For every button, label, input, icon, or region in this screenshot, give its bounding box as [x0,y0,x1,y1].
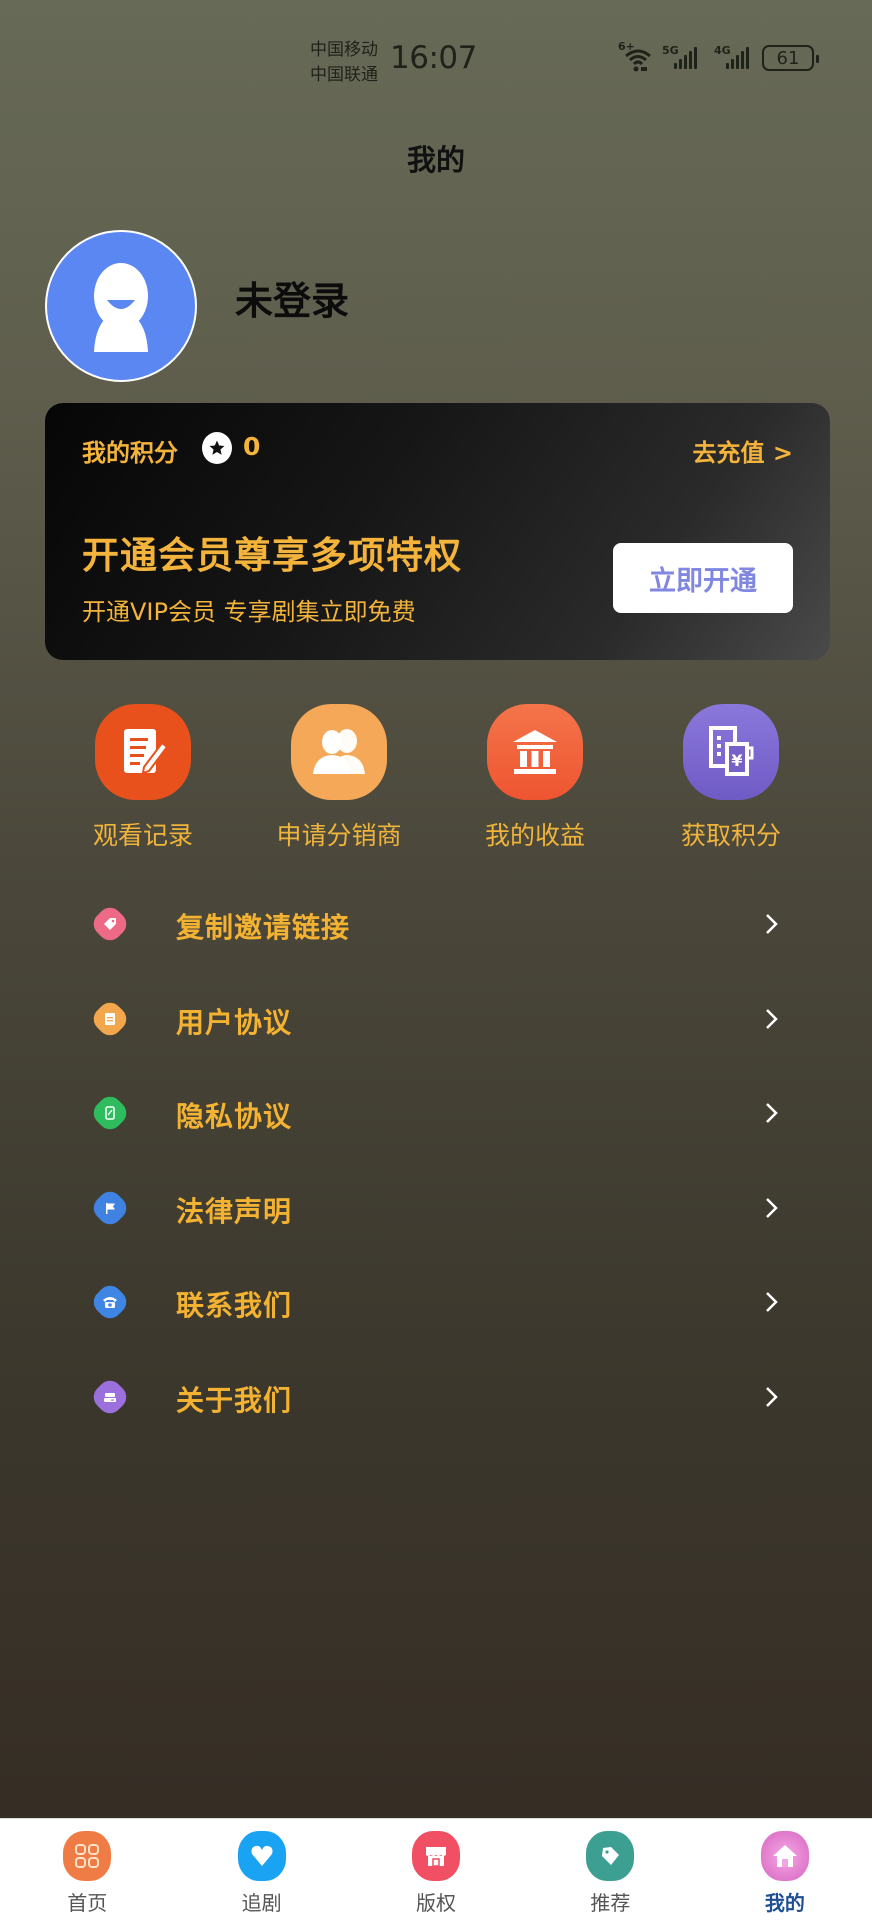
users-icon [291,704,387,800]
signal-4g-icon: 4G [714,44,750,69]
document-icon [88,997,132,1041]
bottom-nav: 首页 追剧 版权 推荐 我的 [0,1818,872,1920]
telephone-icon [88,1280,132,1324]
wifi-icon: 6+ [618,40,656,72]
menu-item-legal-statement[interactable]: 法律声明 [0,1168,872,1248]
menu-item-label: 关于我们 [176,1384,293,1417]
carrier-2: 中国联通 [310,65,378,85]
menu-item-contact-us[interactable]: 联系我们 [0,1262,872,1342]
quick-action-my-earnings[interactable]: 我的收益 [445,704,625,852]
quick-action-apply-distributor[interactable]: 申请分销商 [249,704,429,852]
chevron-right-icon [764,1101,780,1129]
edit-document-icon [95,704,191,800]
store-icon [412,1831,461,1881]
status-icons: 6+ 5G 4G 61 [618,40,819,72]
carrier-names: 中国移动 中国联通 [310,38,378,88]
user-avatar-icon [94,263,148,352]
chevron-right-icon [764,1196,780,1224]
chevron-right-icon [764,1290,780,1318]
svg-text:¥: ¥ [731,751,742,770]
status-time: 16:07 [390,40,477,76]
quick-action-label: 申请分销商 [276,821,402,850]
signal-5g-label: 5G [662,44,679,57]
menu-item-label: 复制邀请链接 [176,911,351,944]
nav-label: 首页 [67,1891,108,1915]
signal-5g-icon: 5G [662,44,698,69]
flag-icon [88,1186,132,1230]
menu-item-privacy-agreement[interactable]: 隐私协议 [0,1073,872,1153]
home-icon [760,1831,809,1881]
menu-item-user-agreement[interactable]: 用户协议 [0,979,872,1059]
tag-icon [586,1831,635,1881]
nav-tab-home[interactable]: 首页 [0,1819,174,1920]
battery-level: 61 [776,47,800,69]
avatar[interactable] [45,230,197,382]
quick-action-get-points[interactable]: ¥ 获取积分 [641,704,821,852]
menu-item-label: 联系我们 [176,1289,293,1322]
nav-tab-follow[interactable]: 追剧 [174,1819,348,1920]
battery-icon: 61 [762,45,819,71]
page-title: 我的 [406,143,465,177]
bank-icon [487,704,583,800]
receipt-yen-icon: ¥ [683,704,779,800]
tag-icon [88,902,132,946]
menu-item-about-us[interactable]: 关于我们 [0,1357,872,1437]
vip-title: 开通会员尊享多项特权 [82,534,462,577]
quick-action-label: 观看记录 [92,821,193,850]
nav-tab-copyright[interactable]: 版权 [349,1819,523,1920]
username[interactable]: 未登录 [235,270,349,325]
menu-item-copy-invite-link[interactable]: 复制邀请链接 [0,884,872,964]
points-value: 0 [243,432,261,461]
recharge-link[interactable]: 去充值 > [693,433,793,468]
open-vip-button[interactable]: 立即开通 [613,543,793,613]
signal-4g-label: 4G [714,44,731,57]
card-icon [88,1375,132,1419]
vip-card: 我的积分 0 去充值 > 开通会员尊享多项特权 开通VIP会员 专享剧集立即免费… [45,403,830,660]
nav-tab-recommend[interactable]: 推荐 [523,1819,697,1920]
nav-label: 我的 [764,1891,805,1915]
carrier-1: 中国移动 [310,40,378,60]
nav-tab-mine[interactable]: 我的 [698,1819,872,1920]
quick-action-label: 我的收益 [484,821,585,850]
chevron-right-icon [764,912,780,940]
quick-action-label: 获取积分 [680,821,781,850]
chevron-right-icon [764,1385,780,1413]
menu-item-label: 用户协议 [176,1006,293,1039]
wifi-label: 6+ [618,40,635,53]
points-label: 我的积分 [82,439,178,467]
menu-item-label: 隐私协议 [176,1100,293,1133]
grid-icon [63,1831,112,1881]
nav-label: 追剧 [241,1891,282,1915]
chevron-right-icon [764,1007,780,1035]
vip-subtitle: 开通VIP会员 专享剧集立即免费 [82,598,416,626]
heart-icon [237,1831,286,1881]
nav-label: 推荐 [590,1891,631,1915]
menu-item-label: 法律声明 [176,1195,293,1228]
quick-action-watch-history[interactable]: 观看记录 [53,704,233,852]
phone-shield-icon [88,1091,132,1135]
nav-label: 版权 [416,1891,457,1915]
star-icon [202,432,232,464]
